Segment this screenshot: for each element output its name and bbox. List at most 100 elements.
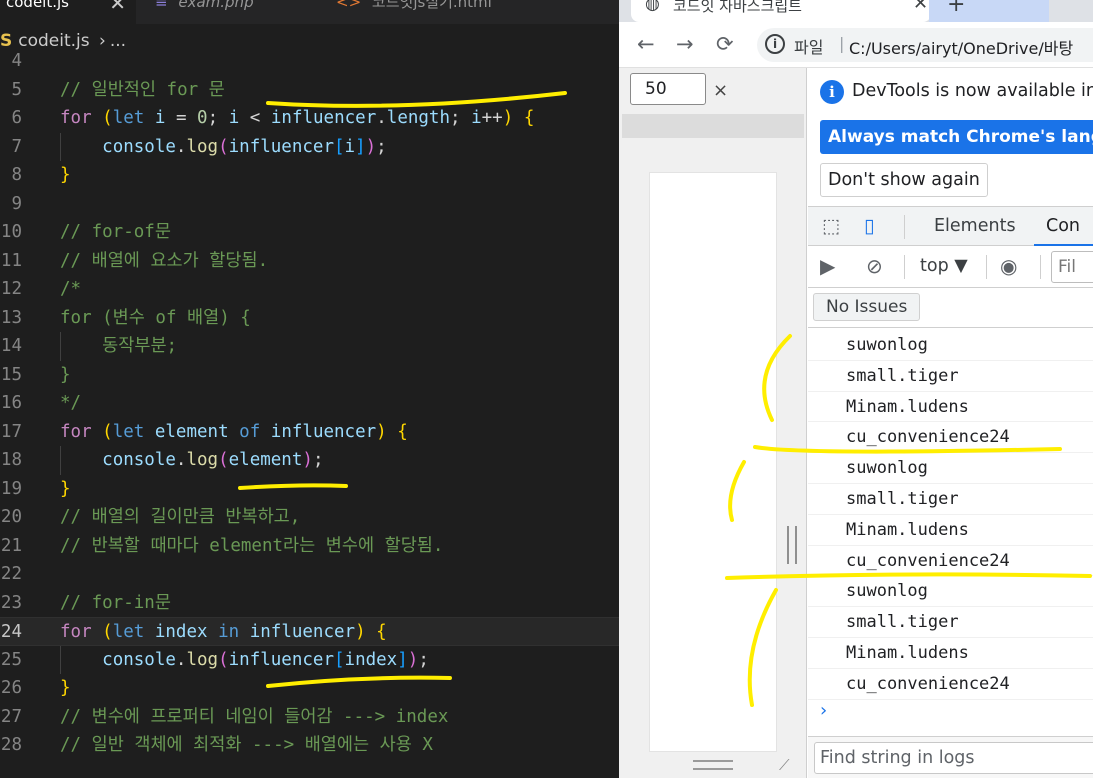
- resize-corner-icon[interactable]: ⟋: [779, 756, 790, 774]
- line-number: 23: [0, 592, 22, 613]
- code-line[interactable]: 6 for (let i = 0; i < influencer.length; …: [0, 104, 619, 133]
- find-input[interactable]: Find string in logs: [814, 742, 1093, 774]
- code-comment: 동작부분;: [60, 336, 178, 356]
- html-icon: <>: [336, 0, 362, 11]
- devtools-toolbar: ⬚ ▯ Elements Con: [808, 206, 1093, 246]
- new-tab-button[interactable]: +: [929, 0, 1049, 22]
- close-icon[interactable]: ✕: [913, 0, 928, 14]
- line-number: 11: [0, 250, 22, 271]
- close-icon[interactable]: ×: [713, 80, 728, 101]
- line-number: 21: [0, 535, 22, 556]
- console-prompt-icon[interactable]: ›: [820, 700, 827, 721]
- console-log-entry[interactable]: suwonlog: [808, 453, 1093, 484]
- code-text: console.log(influencer[index]);: [102, 649, 429, 670]
- find-bar: Find string in logs: [808, 736, 1093, 778]
- resize-handle-bottom[interactable]: [693, 760, 733, 770]
- code-line[interactable]: 13 for (변수 of 배열) {: [0, 304, 619, 333]
- page-viewport[interactable]: 50 × ⟋: [619, 68, 807, 778]
- console-log-entry[interactable]: cu_convenience24: [808, 669, 1093, 700]
- url-text[interactable]: C:/Users/airyt/OneDrive/바탕: [849, 35, 1073, 59]
- code-comment: // for-in문: [60, 592, 171, 613]
- console-log-entry[interactable]: small.tiger: [808, 484, 1093, 515]
- issues-row: No Issues: [808, 288, 1093, 328]
- console-log-entry[interactable]: Minam.ludens: [808, 392, 1093, 423]
- code-line[interactable]: 4: [0, 47, 619, 76]
- line-number: 20: [0, 507, 22, 527]
- code-line[interactable]: 26}: [0, 674, 619, 703]
- line-number: 13: [0, 307, 22, 328]
- filter-input[interactable]: Fil: [1051, 251, 1093, 283]
- console-log-entry[interactable]: Minam.ludens: [808, 515, 1093, 546]
- code-area[interactable]: 4 5 // 일반적인 for 문 6 for (let i = 0; i < in…: [0, 47, 619, 760]
- console-log-entry[interactable]: small.tiger: [808, 607, 1093, 638]
- plus-icon: +: [947, 0, 966, 17]
- line-number: 18: [0, 450, 22, 470]
- code-line[interactable]: 28 // 일반 객체에 최적화 ---> 배열에는 사용 X: [0, 731, 619, 760]
- code-line[interactable]: 8}: [0, 161, 619, 190]
- code-line[interactable]: 5 // 일반적인 for 문: [0, 76, 619, 105]
- line-number: 10: [0, 222, 22, 242]
- code-line[interactable]: 9: [0, 190, 619, 219]
- reload-button[interactable]: ⟳: [716, 32, 734, 56]
- devtools-panel: i DevTools is now available in Always ma…: [808, 68, 1093, 778]
- code-line[interactable]: 17 for (let element of influencer) {: [0, 418, 619, 447]
- code-line-current[interactable]: 24 for (let index in influencer) {: [0, 617, 619, 646]
- code-line[interactable]: 20 // 배열의 길이만큼 반복하고,: [0, 503, 619, 532]
- page-preview[interactable]: [649, 172, 777, 752]
- resize-handle-side[interactable]: [787, 526, 797, 564]
- clear-console-icon[interactable]: ⊘: [866, 254, 883, 278]
- eye-icon[interactable]: ◉: [1000, 254, 1017, 278]
- code-line[interactable]: 10 // for-of문: [0, 218, 619, 247]
- php-icon: ≡: [155, 0, 168, 11]
- code-text: for (let index in influencer) {: [60, 622, 387, 642]
- code-line[interactable]: 18 console.log(element);: [0, 446, 619, 475]
- console-log-entry[interactable]: small.tiger: [808, 361, 1093, 392]
- context-selector[interactable]: top ▼: [920, 256, 968, 276]
- code-line[interactable]: 14 동작부분;: [0, 332, 619, 361]
- code-line[interactable]: 25 console.log(influencer[index]);: [0, 645, 619, 674]
- device-toggle-icon[interactable]: ▯: [864, 215, 874, 237]
- console-log-entry[interactable]: Minam.ludens: [808, 638, 1093, 669]
- code-text: }: [60, 478, 71, 499]
- code-line[interactable]: 19}: [0, 475, 619, 504]
- code-line[interactable]: 22: [0, 560, 619, 589]
- code-line[interactable]: 27 // 변수에 프로퍼티 네임이 들어감 ---> index: [0, 703, 619, 732]
- match-language-button[interactable]: Always match Chrome's langu: [820, 120, 1093, 154]
- editor-tab-codeit[interactable]: codeit.js ✕: [0, 0, 136, 24]
- address-bar[interactable]: i 파일 | C:/Users/airyt/OneDrive/바탕: [757, 28, 1093, 62]
- toolbar-divider: [1040, 255, 1041, 279]
- console-log-entry[interactable]: suwonlog: [808, 330, 1093, 361]
- console-log-entry[interactable]: cu_convenience24: [808, 546, 1093, 577]
- console-log-entry[interactable]: suwonlog: [808, 576, 1093, 608]
- line-number: 12: [0, 279, 22, 299]
- info-icon[interactable]: i: [765, 34, 785, 54]
- zoom-input[interactable]: 50: [630, 73, 706, 105]
- back-button[interactable]: ←: [637, 32, 655, 56]
- code-comment: // 반복할 때마다 element라는 변수에 할당됨.: [60, 535, 444, 556]
- dont-show-again-button[interactable]: Don't show again: [820, 163, 988, 197]
- line-number: 6: [11, 108, 22, 128]
- editor-tab-html[interactable]: <> 코드잇js실기.html: [316, 0, 560, 24]
- code-line[interactable]: 16 */: [0, 389, 619, 418]
- issues-button[interactable]: No Issues: [813, 293, 921, 321]
- code-line[interactable]: 12 /*: [0, 275, 619, 304]
- forward-button[interactable]: →: [676, 32, 694, 56]
- line-number: 25: [0, 649, 22, 670]
- code-line[interactable]: 7 console.log(influencer[i]);: [0, 132, 619, 161]
- console-log-entry[interactable]: cu_convenience24: [808, 422, 1093, 454]
- sidebar-toggle-icon[interactable]: ▶: [820, 254, 835, 278]
- inspect-element-icon[interactable]: ⬚: [822, 215, 840, 237]
- code-line[interactable]: 23 // for-in문: [0, 589, 619, 618]
- browser-tab[interactable]: ◍ 코드잇 자바스크립트 ✕: [631, 0, 931, 22]
- close-icon[interactable]: ✕: [109, 0, 126, 13]
- editor-tab-exam[interactable]: ≡ exam.php: [137, 0, 315, 24]
- tab-console[interactable]: Con: [1033, 216, 1093, 246]
- code-line[interactable]: 21 // 반복할 때마다 element라는 변수에 할당됨.: [0, 532, 619, 561]
- code-line[interactable]: 15}: [0, 361, 619, 390]
- code-comment: // 배열에 요소가 할당됨.: [60, 250, 269, 271]
- code-editor[interactable]: codeit.js ✕ ≡ exam.php <> 코드잇js실기.html S…: [0, 0, 619, 778]
- tab-elements[interactable]: Elements: [934, 216, 1016, 236]
- code-line[interactable]: 11 // 배열에 요소가 할당됨.: [0, 247, 619, 276]
- line-number: 16: [0, 393, 22, 413]
- browser-window: ◍ 코드잇 자바스크립트 ✕ + ← → ⟳ i 파일 | C:/Users/a…: [619, 0, 1093, 778]
